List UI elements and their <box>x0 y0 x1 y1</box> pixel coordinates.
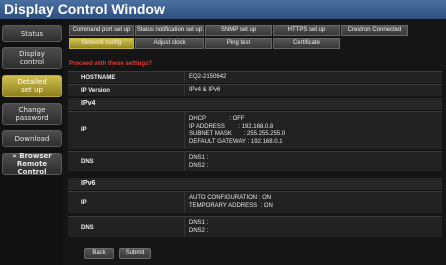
tab-adjust-clock[interactable]: Adjust clock <box>135 38 204 49</box>
hostname-value: EQ2-2150642 <box>189 74 227 80</box>
ipv4-dns1: DNS1 : <box>189 155 209 161</box>
window-title: Display Control Window <box>0 0 446 19</box>
ipv6-heading: IPv6 <box>68 178 442 190</box>
row-ipv4-dns: DNS DNS1 : DNS2 : <box>68 151 442 171</box>
sidebar-item-change-password[interactable]: Change password <box>2 103 62 125</box>
sidebar-item-download[interactable]: Download <box>2 130 62 147</box>
tab-certificate[interactable]: Certificate <box>273 38 340 49</box>
ip-version-value: IPv4 & IPv6 <box>189 87 221 93</box>
hostname-label: HOSTNAME <box>81 75 116 81</box>
confirm-warning: Proceed with these settings? <box>69 61 153 67</box>
tab-ping-test[interactable]: Ping test <box>205 38 272 49</box>
ipv6-ip-values: AUTO CONFIGURATION : ON TEMPORARY ADDRES… <box>189 195 273 210</box>
sidebar-item-display-control[interactable]: Display control <box>2 47 62 69</box>
divider <box>184 112 185 149</box>
divider <box>184 85 185 96</box>
ipv6-temporary-address: TEMPORARY ADDRESS : ON <box>189 202 273 209</box>
row-ip-version: IP Version IPv4 & IPv6 <box>68 84 442 96</box>
sidebar: Status Display control Detailed set up C… <box>0 19 63 265</box>
ipv4-subnet-mask: SUBNET MASK : 255.255.255.0 <box>189 131 286 137</box>
tab-https[interactable]: HTTPS set up <box>273 25 340 36</box>
ipv4-default-gateway: DEFAULT GATEWAY : 192.168.0.1 <box>189 138 283 145</box>
ipv4-ip-address: IP ADDRESS : 192.168.0.8 <box>189 123 274 130</box>
ipv6-ip-label: IP <box>81 200 87 206</box>
ipv6-dns2: DNS2 : <box>189 227 209 234</box>
ipv4-dns-label: DNS <box>81 159 94 165</box>
divider <box>184 217 185 237</box>
sidebar-item-browser-remote-control[interactable]: » Browser Remote Control <box>2 152 62 176</box>
ipv4-heading: IPv4 <box>68 98 442 110</box>
sidebar-item-status[interactable]: Status <box>2 25 62 42</box>
ipv6-dns-label: DNS <box>81 225 94 231</box>
main-content: Command port set up Status notification … <box>63 19 446 265</box>
ipv6-auto-configuration: AUTO CONFIGURATION : ON <box>189 195 272 201</box>
tab-network-config[interactable]: Network config <box>69 38 134 49</box>
tab-snmp[interactable]: SNMP set up <box>205 25 272 36</box>
submit-button[interactable]: Submit <box>119 248 151 259</box>
tab-command-port[interactable]: Command port set up <box>69 25 134 36</box>
divider <box>184 152 185 171</box>
sidebar-item-detailed-setup[interactable]: Detailed set up <box>2 75 62 97</box>
ipv4-dns2: DNS2 : <box>189 162 209 169</box>
ipv4-ip-values: DHCP : OFF IP ADDRESS : 192.168.0.8 SUBN… <box>189 116 285 146</box>
row-ipv4-ip: IP DHCP : OFF IP ADDRESS : 192.168.0.8 S… <box>68 111 442 149</box>
ipv4-dns-values: DNS1 : DNS2 : <box>189 155 208 170</box>
row-ipv6-ip: IP AUTO CONFIGURATION : ON TEMPORARY ADD… <box>68 191 442 213</box>
ip-version-label: IP Version <box>81 88 110 94</box>
ipv6-dns1: DNS1 : <box>189 220 209 226</box>
back-button[interactable]: Back <box>84 248 114 259</box>
ipv4-ip-label: IP <box>81 127 87 133</box>
ipv6-dns-values: DNS1 : DNS2 : <box>189 220 208 235</box>
tab-status-notification[interactable]: Status notification set up <box>135 25 204 36</box>
divider <box>184 192 185 213</box>
tab-crestron[interactable]: Crestron Connected <box>341 25 408 36</box>
row-hostname: HOSTNAME EQ2-2150642 <box>68 71 442 83</box>
ipv4-dhcp: DHCP : OFF <box>189 116 245 122</box>
divider <box>184 72 185 83</box>
row-ipv6-dns: DNS DNS1 : DNS2 : <box>68 216 442 237</box>
